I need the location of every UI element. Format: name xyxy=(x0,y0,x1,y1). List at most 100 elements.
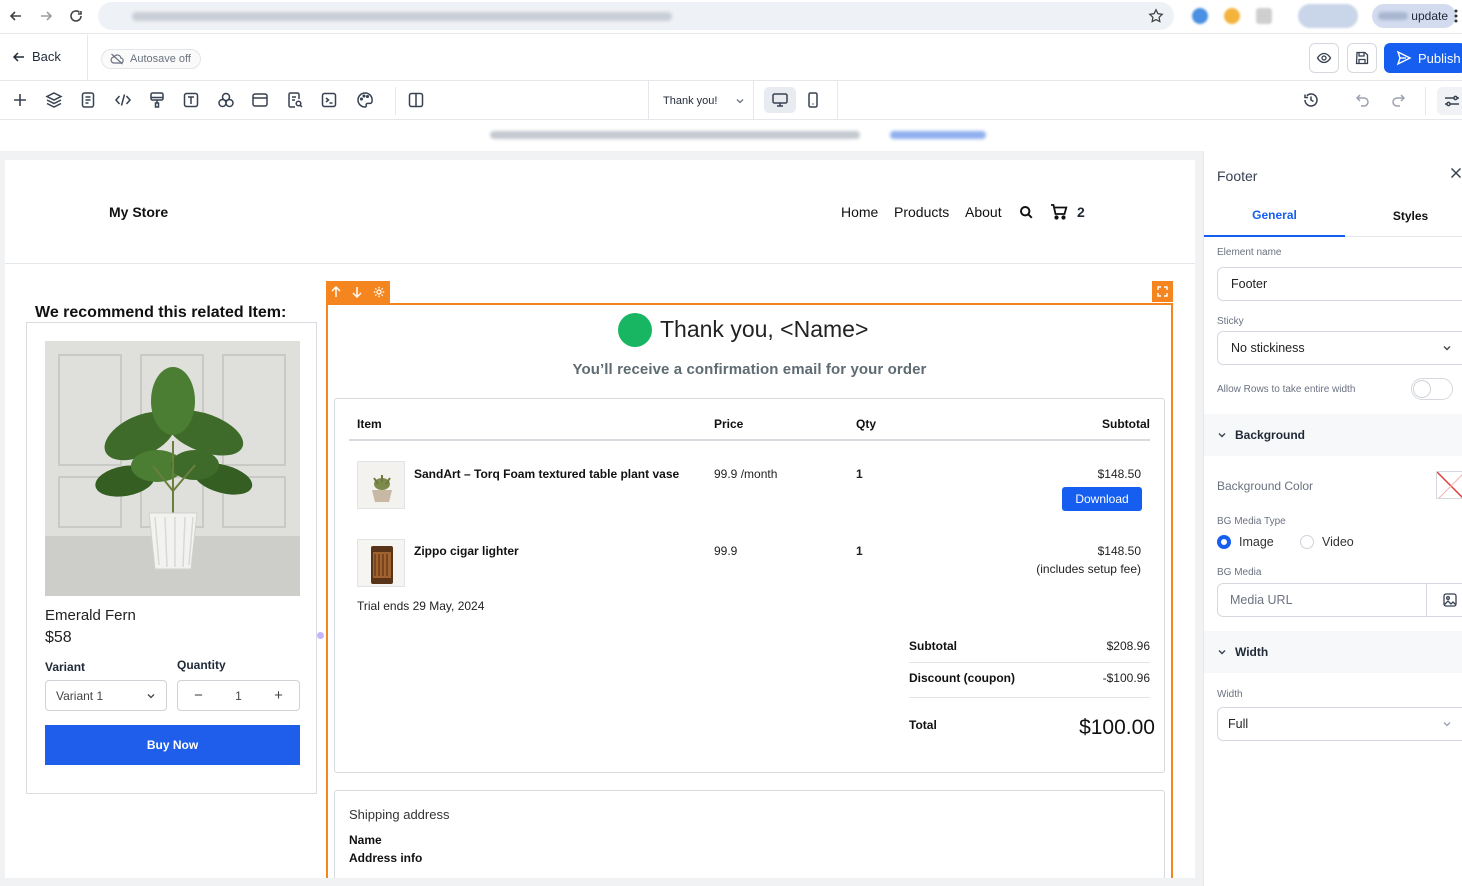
element-name-label: Element name xyxy=(1217,247,1282,258)
quantity-decrement-button[interactable]: − xyxy=(194,687,203,704)
cart-icon[interactable] xyxy=(1050,203,1068,220)
bg-color-swatch[interactable] xyxy=(1436,471,1462,499)
download-button[interactable]: Download xyxy=(1062,487,1142,511)
quantity-stepper[interactable]: − 1 + xyxy=(177,680,300,711)
connect-domain-link-blurred[interactable] xyxy=(890,131,986,139)
section-toolbar xyxy=(326,281,390,303)
back-button[interactable]: Back xyxy=(12,49,61,64)
paint-icon[interactable] xyxy=(148,91,166,109)
publish-label: Publish xyxy=(1418,50,1461,66)
order-item-subtotal: $148.50 xyxy=(1097,544,1141,558)
browser-reload-icon[interactable] xyxy=(68,8,84,24)
quantity-increment-button[interactable]: + xyxy=(274,687,283,704)
tab-general[interactable]: General xyxy=(1204,195,1345,237)
radio-video-label: Video xyxy=(1322,535,1354,549)
column-header-item: Item xyxy=(357,417,382,431)
divider xyxy=(87,35,88,81)
close-icon[interactable] xyxy=(1450,167,1462,179)
summary-discount-value: -$100.96 xyxy=(1102,671,1150,685)
split-view-icon[interactable] xyxy=(407,91,425,109)
section-settings-icon[interactable] xyxy=(373,286,385,298)
sticky-select[interactable]: No stickiness xyxy=(1217,331,1462,365)
product-image[interactable] xyxy=(45,341,300,596)
palette-icon[interactable] xyxy=(356,91,374,109)
extension-icon[interactable] xyxy=(1192,8,1208,24)
summary-subtotal-value: $208.96 xyxy=(1106,639,1150,653)
quantity-value: 1 xyxy=(235,688,242,703)
tab-styles[interactable]: Styles xyxy=(1345,195,1462,237)
radio-image[interactable] xyxy=(1217,535,1231,549)
buy-now-button[interactable]: Buy Now xyxy=(45,725,300,765)
search-doc-icon[interactable] xyxy=(286,91,304,109)
cart-count: 2 xyxy=(1077,204,1085,220)
save-button[interactable] xyxy=(1347,43,1377,73)
publish-button[interactable]: Publish xyxy=(1384,43,1462,73)
url-text-blurred xyxy=(132,12,672,21)
header-divider xyxy=(349,439,1150,441)
panel-tabs: General Styles xyxy=(1204,195,1462,237)
search-icon[interactable] xyxy=(1019,205,1034,220)
autosave-toggle[interactable]: Autosave off xyxy=(101,49,201,69)
radio-video[interactable] xyxy=(1300,535,1314,549)
site-header: My Store Home Products About 2 xyxy=(5,160,1195,264)
width-select[interactable]: Full xyxy=(1217,707,1462,741)
nav-link-products[interactable]: Products xyxy=(894,204,949,220)
summary-divider xyxy=(909,662,1150,663)
browser-back-icon[interactable] xyxy=(8,8,24,24)
extension-icon[interactable] xyxy=(1256,8,1272,24)
bookmark-star-icon[interactable] xyxy=(1148,8,1164,24)
nav-link-home[interactable]: Home xyxy=(841,204,878,220)
preview-button[interactable] xyxy=(1309,43,1339,73)
device-switcher xyxy=(754,81,838,120)
code-icon[interactable] xyxy=(114,91,132,109)
preview-url-blurred xyxy=(490,131,860,139)
nav-link-about[interactable]: About xyxy=(965,204,1002,220)
allow-rows-toggle[interactable] xyxy=(1411,378,1453,400)
product-thumbnail xyxy=(357,539,405,587)
section-icon[interactable] xyxy=(251,91,269,109)
bg-media-label: BG Media xyxy=(1217,567,1262,578)
chevron-down-icon xyxy=(1218,650,1226,655)
profile-avatar[interactable] xyxy=(1298,4,1358,28)
bg-media-type-label: BG Media Type xyxy=(1217,516,1286,527)
preview-url-bar xyxy=(468,120,1008,150)
terminal-icon[interactable] xyxy=(320,91,338,109)
resize-handle[interactable] xyxy=(317,632,324,639)
element-name-input[interactable]: Footer xyxy=(1217,267,1462,301)
order-item-price: 99.9 /month xyxy=(714,467,778,481)
order-item-qty: 1 xyxy=(856,467,863,481)
mobile-icon xyxy=(808,92,818,108)
pages-icon[interactable] xyxy=(79,91,97,109)
text-icon[interactable] xyxy=(182,91,200,109)
order-item-name: Zippo cigar lighter xyxy=(414,544,519,558)
browser-menu-icon[interactable] xyxy=(1454,8,1458,24)
desktop-view-button[interactable] xyxy=(764,87,796,113)
mobile-view-button[interactable] xyxy=(804,91,822,109)
extension-icon[interactable] xyxy=(1224,8,1240,24)
browser-url-bar[interactable] xyxy=(98,2,1174,30)
store-logo-text[interactable]: My Store xyxy=(109,204,168,220)
page-select[interactable]: Thank you! xyxy=(648,81,754,120)
image-icon xyxy=(1442,593,1457,607)
move-up-icon[interactable] xyxy=(331,286,341,298)
browser-update-button[interactable]: update xyxy=(1372,4,1456,28)
background-section-header[interactable]: Background xyxy=(1204,414,1462,456)
plus-icon[interactable] xyxy=(11,91,29,109)
summary-discount-label: Discount (coupon) xyxy=(909,671,1015,685)
media-url-input[interactable]: Media URL xyxy=(1217,583,1462,617)
variant-select[interactable]: Variant 1 xyxy=(45,680,167,711)
redo-button[interactable] xyxy=(1389,91,1407,109)
move-down-icon[interactable] xyxy=(352,286,362,298)
expand-icon[interactable] xyxy=(1152,281,1173,302)
layers-icon[interactable] xyxy=(45,91,63,109)
history-button[interactable] xyxy=(1302,91,1320,109)
settings-button[interactable] xyxy=(1437,87,1462,115)
elements-icon[interactable] xyxy=(217,91,235,109)
eye-icon xyxy=(1316,52,1332,64)
width-section-header[interactable]: Width xyxy=(1204,631,1462,673)
chevron-down-icon xyxy=(147,693,155,698)
browser-forward-icon[interactable] xyxy=(38,8,54,24)
media-picker-button[interactable] xyxy=(1426,584,1462,616)
editor-toolbar: Thank you! xyxy=(0,81,1462,120)
undo-button[interactable] xyxy=(1354,91,1372,109)
